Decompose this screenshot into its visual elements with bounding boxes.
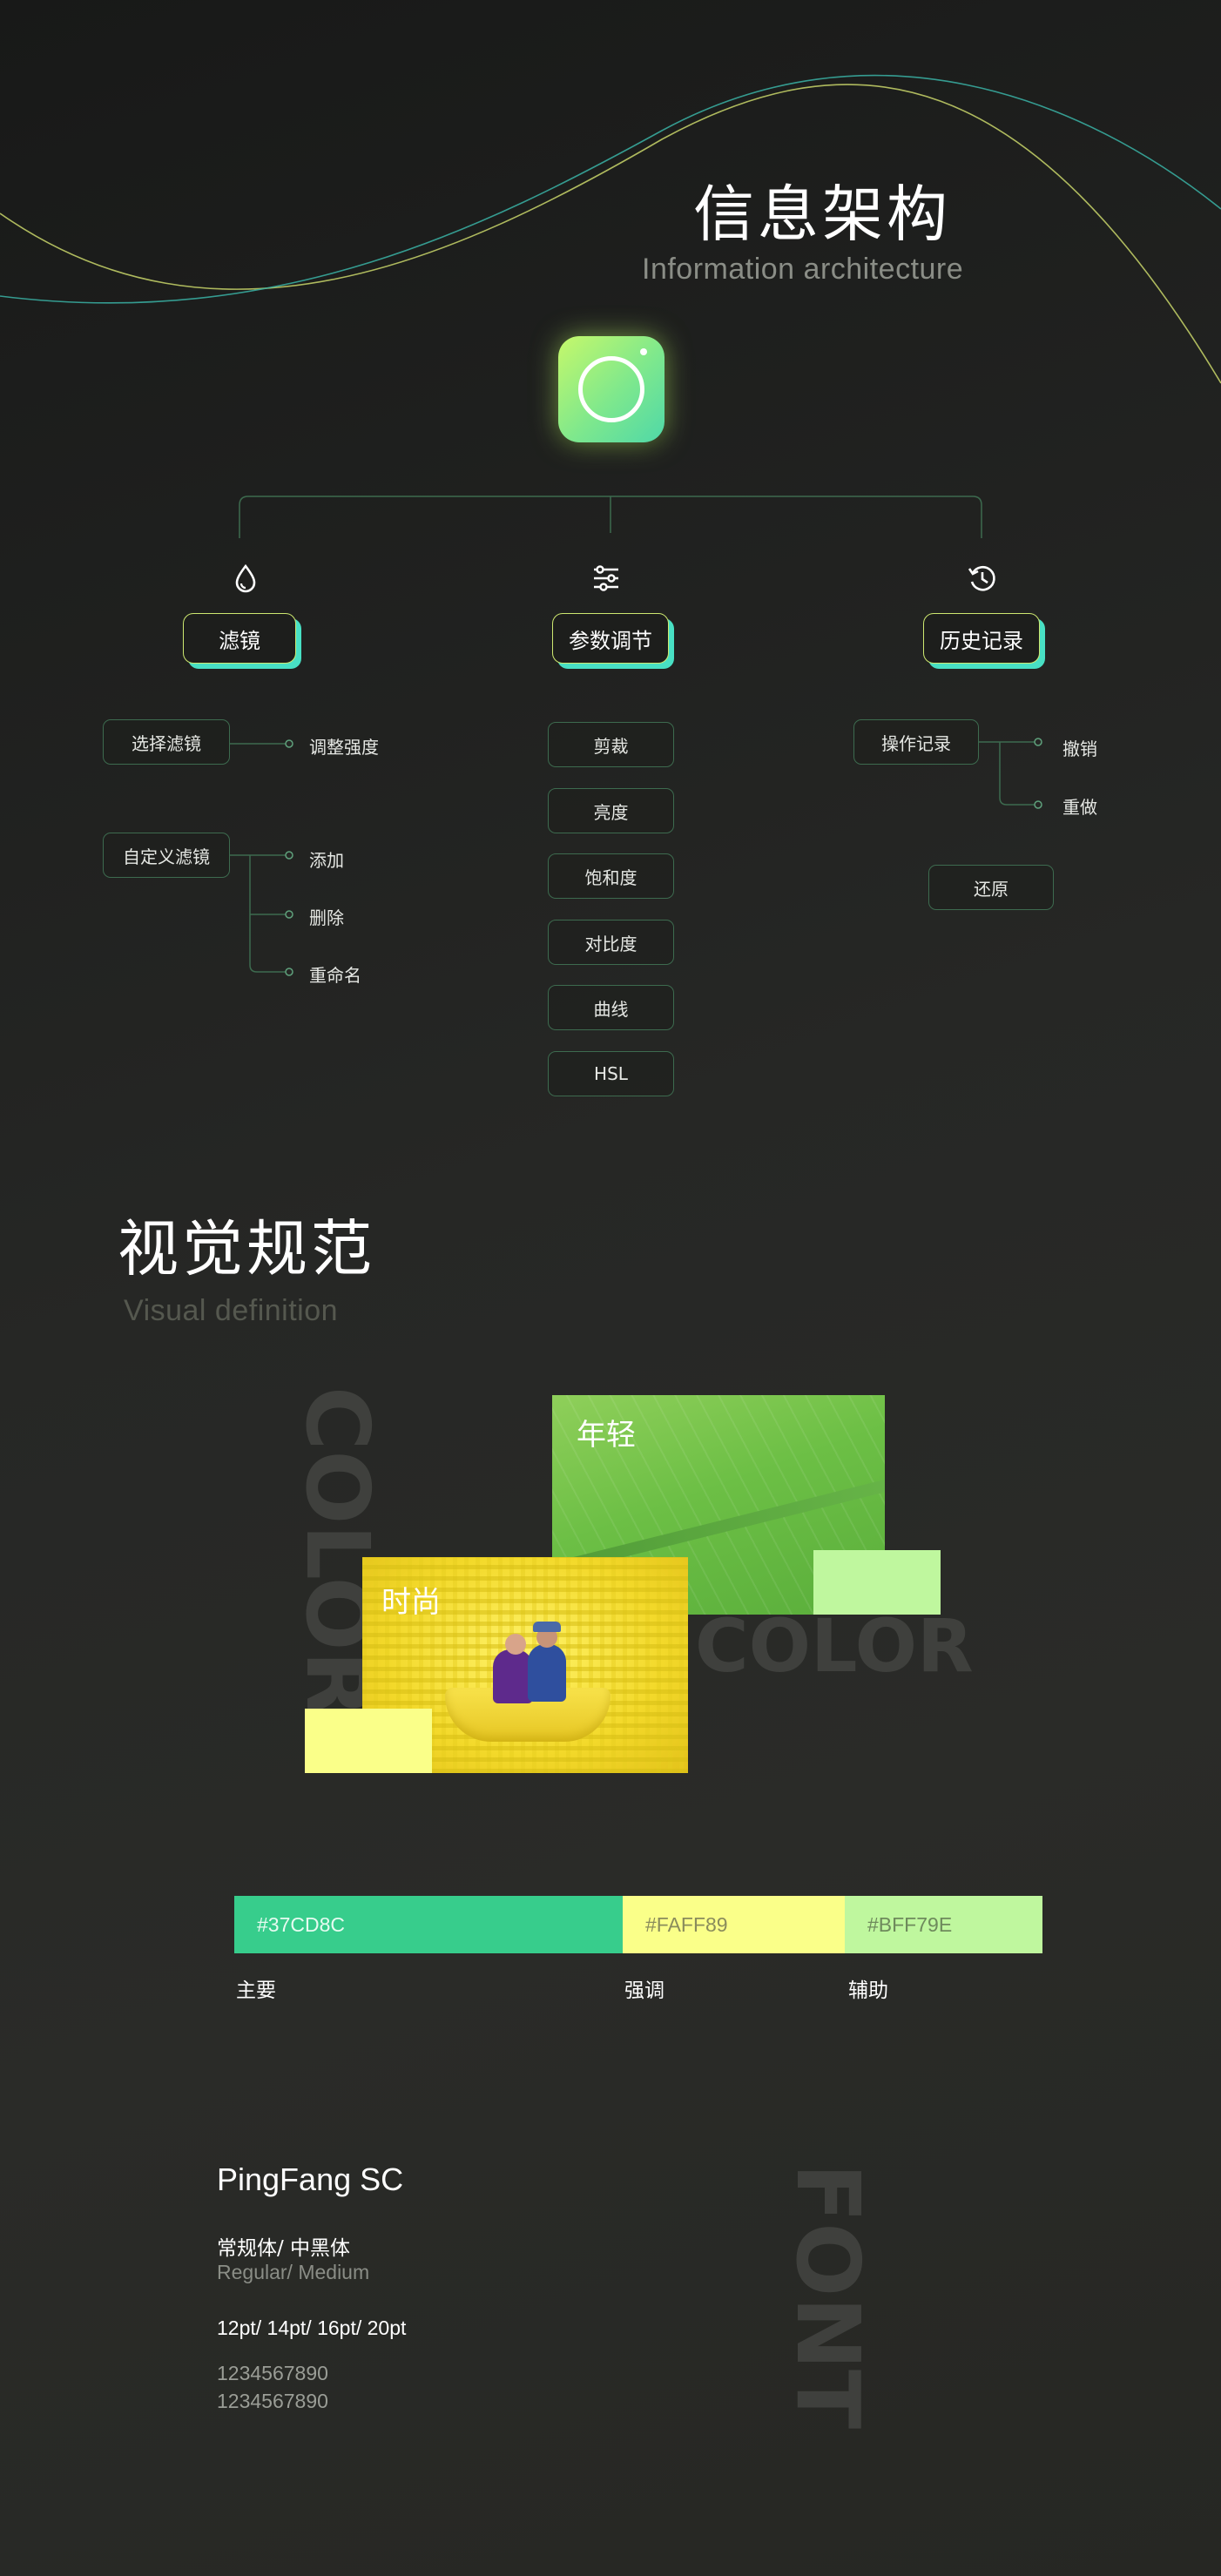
color-watermark-horizontal: COLOR xyxy=(695,1603,974,1689)
param-saturation-node[interactable]: 饱和度 xyxy=(548,853,674,899)
param-contrast-node[interactable]: 对比度 xyxy=(548,920,674,965)
visual-title: 视觉规范 xyxy=(118,1213,375,1285)
param-hsl-node[interactable]: HSL xyxy=(548,1051,674,1096)
history-icon xyxy=(968,565,995,591)
font-family-name: PingFang SC xyxy=(217,2161,404,2197)
rename-leaf[interactable]: 重命名 xyxy=(309,961,361,987)
param-brightness-node[interactable]: 亮度 xyxy=(548,788,674,833)
delete-leaf[interactable]: 删除 xyxy=(309,904,344,929)
secondary-label: 辅助 xyxy=(848,1979,888,2002)
sliders-icon xyxy=(594,565,618,591)
restore-node[interactable]: 还原 xyxy=(928,865,1054,910)
font-weights-zh: 常规体/ 中黑体 xyxy=(217,2237,351,2260)
category-history-button[interactable]: 历史记录 xyxy=(923,613,1040,664)
secondary-color-block xyxy=(813,1550,941,1615)
font-watermark: FONT xyxy=(777,2163,879,2430)
adjust-strength-leaf[interactable]: 调整强度 xyxy=(309,733,379,759)
category-filter-button[interactable]: 滤镜 xyxy=(183,613,296,664)
font-sample-2: 1234567890 xyxy=(217,2390,328,2412)
visual-subtitle: Visual definition xyxy=(124,1294,339,1327)
drop-icon xyxy=(235,563,256,593)
primary-label: 主要 xyxy=(236,1979,276,2002)
redo-leaf[interactable]: 重做 xyxy=(1062,793,1097,819)
param-curves-node[interactable]: 曲线 xyxy=(548,985,674,1030)
primary-swatch: #37CD8C xyxy=(234,1896,623,1953)
font-weights-en: Regular/ Medium xyxy=(217,2261,370,2283)
undo-leaf[interactable]: 撤销 xyxy=(1062,735,1097,760)
accent-swatch: #FAFF89 xyxy=(623,1896,845,1953)
select-filter-node[interactable]: 选择滤镜 xyxy=(103,719,230,765)
operation-log-node[interactable]: 操作记录 xyxy=(853,719,979,765)
accent-color-block xyxy=(305,1709,432,1773)
font-sizes: 12pt/ 14pt/ 16pt/ 20pt xyxy=(217,2316,407,2339)
category-params-button[interactable]: 参数调节 xyxy=(552,613,669,664)
accent-label: 强调 xyxy=(624,1979,664,2002)
secondary-swatch: #BFF79E xyxy=(845,1896,1042,1953)
font-sample-1: 1234567890 xyxy=(217,2362,328,2384)
photo-caption-young: 年轻 xyxy=(577,1418,636,1453)
add-leaf[interactable]: 添加 xyxy=(309,846,344,872)
photo-caption-fashion: 时尚 xyxy=(381,1585,441,1620)
custom-filter-node[interactable]: 自定义滤镜 xyxy=(103,833,230,878)
param-crop-node[interactable]: 剪裁 xyxy=(548,722,674,767)
palette-bar: #37CD8C #FAFF89 #BFF79E xyxy=(234,1896,1042,1953)
